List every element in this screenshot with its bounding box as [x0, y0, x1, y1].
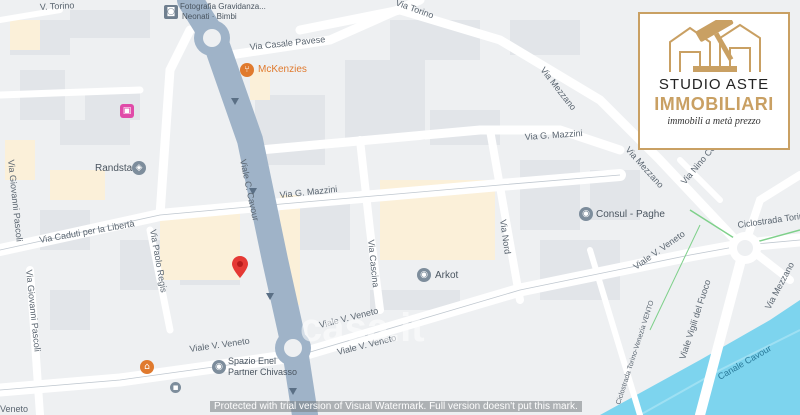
logo-line-1: STUDIO ASTE [658, 76, 770, 93]
street-label-torino: V. Torino [40, 0, 75, 12]
casa-watermark: casa.it [300, 306, 425, 350]
poi-mckenzies-label[interactable]: McKenzies [258, 64, 307, 75]
street-label-veneto-5: Veneto [0, 404, 28, 414]
camera-icon[interactable]: ◙ [164, 5, 178, 19]
shop-icon[interactable]: ▣ [120, 104, 134, 118]
location-pin-icon[interactable] [232, 256, 248, 278]
studio-aste-logo: STUDIO ASTE IMMOBILIARI immobili a metà … [638, 12, 790, 150]
poi-spazio-label[interactable]: Spazio Enel [228, 356, 276, 366]
trial-watermark-footer: Protected with trial version of Visual W… [210, 401, 582, 412]
business-icon[interactable]: ◉ [212, 360, 226, 374]
business-icon[interactable]: ◈ [132, 161, 146, 175]
poi-arkot-label[interactable]: Arkot [435, 270, 458, 281]
business-icon[interactable]: ◉ [579, 207, 593, 221]
poi-photo-label-2: Neonati · Bimbi [182, 12, 237, 21]
logo-line-3: immobili a metà prezzo [667, 116, 761, 127]
restaurant-icon[interactable]: ⑂ [240, 63, 254, 77]
gavel-house-icon [669, 20, 761, 72]
poi-consul-label[interactable]: Consul - Paghe [596, 209, 665, 220]
business-icon[interactable]: ◉ [417, 268, 431, 282]
bus-stop-icon[interactable]: ▪ [170, 382, 181, 393]
logo-line-2: IMMOBILIARI [654, 94, 774, 114]
poi-spazio-label-2: Partner Chivasso [228, 367, 298, 377]
map-view[interactable]: Viale C. Cavour Via G. Mazzini Via G. Ma… [0, 0, 800, 415]
shop-icon[interactable]: ⌂ [140, 360, 154, 374]
poi-photo-label[interactable]: Fotografia Gravidanza... [180, 2, 266, 11]
